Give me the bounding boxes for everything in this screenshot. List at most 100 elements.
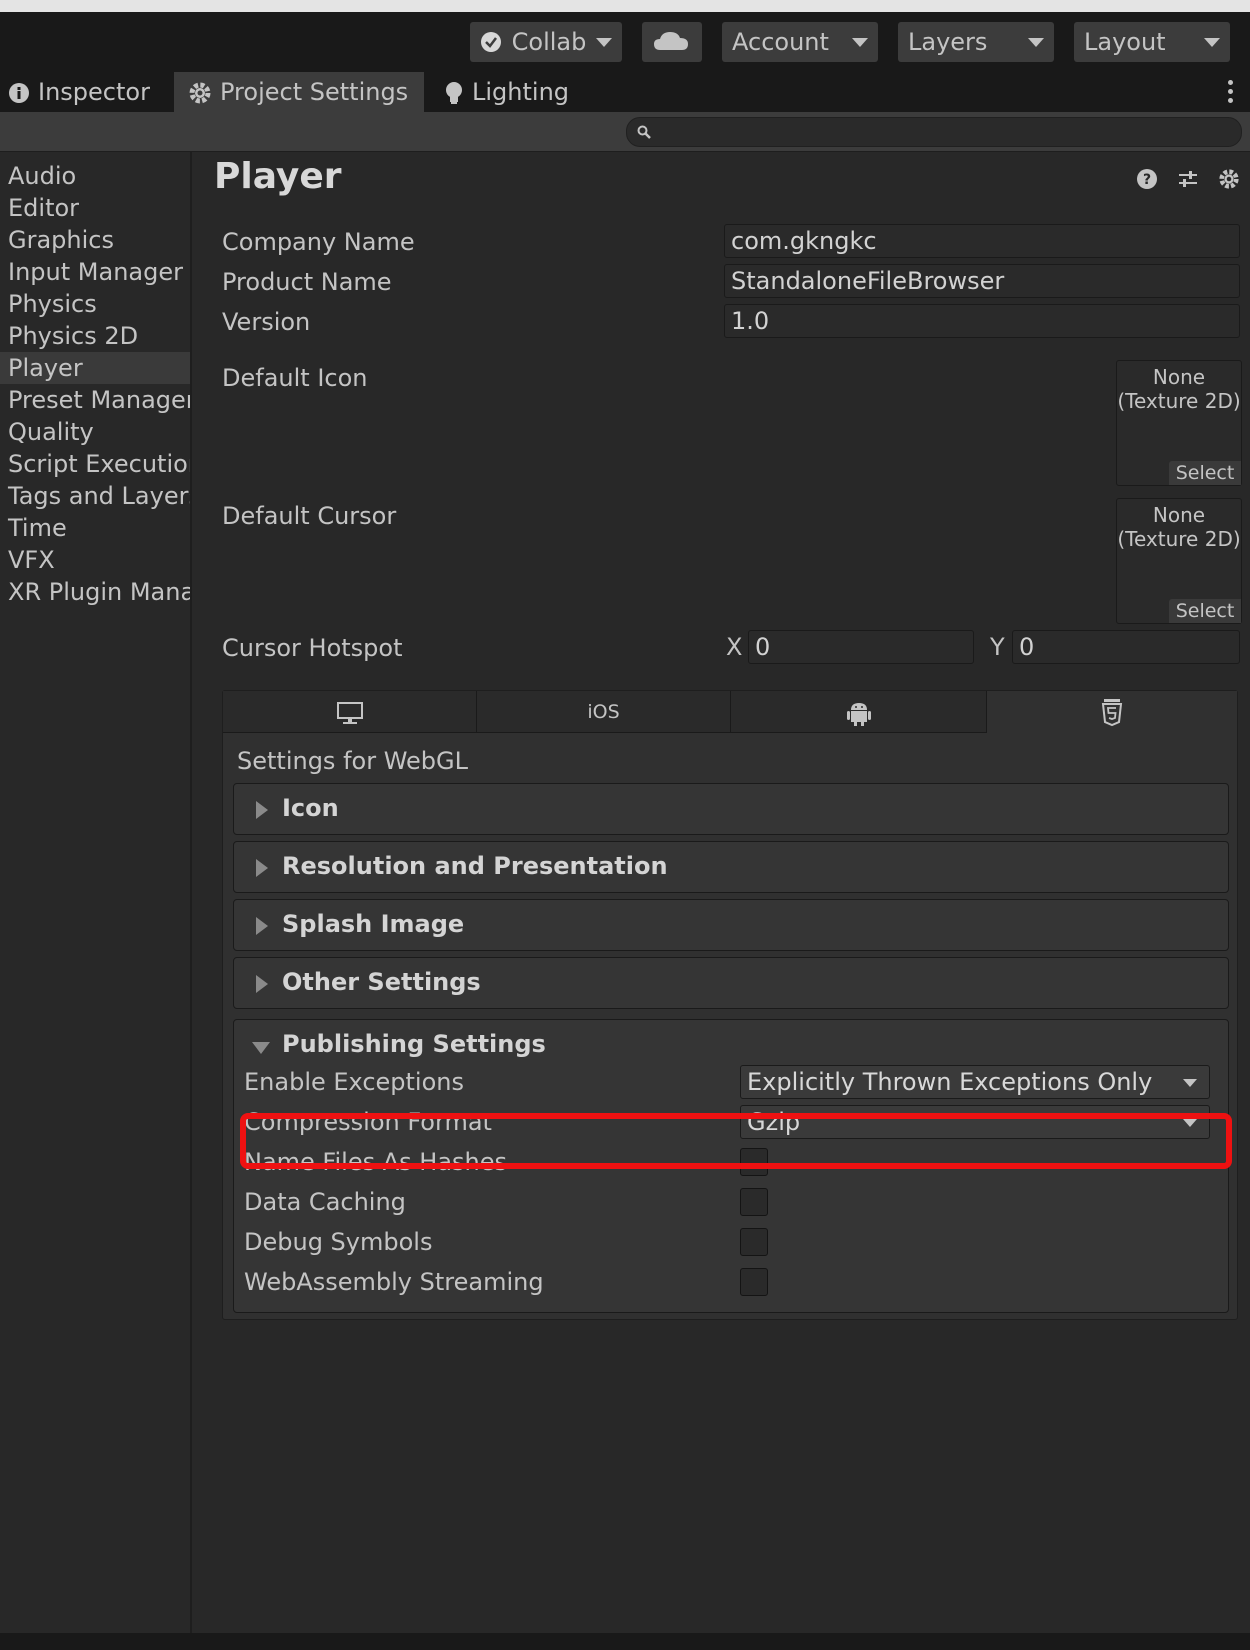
sidebar-item-quality[interactable]: Quality xyxy=(0,416,190,448)
publishing-settings-title[interactable]: Publishing Settings xyxy=(282,1030,546,1058)
foldout-title: Splash Image xyxy=(282,910,465,938)
preset-sliders-icon[interactable] xyxy=(1177,168,1199,194)
foldout-splash-image-section[interactable]: Splash Image xyxy=(233,899,1229,951)
webassembly-streaming-checkbox[interactable] xyxy=(740,1268,768,1296)
sidebar-item-input-manager[interactable]: Input Manager xyxy=(0,256,190,288)
help-icon[interactable]: ? xyxy=(1136,168,1158,194)
monitor-icon xyxy=(336,701,363,724)
sidebar-item-time[interactable]: Time xyxy=(0,512,190,544)
checkmark-icon xyxy=(481,32,501,52)
tab-standalone[interactable] xyxy=(223,691,477,733)
enable-exceptions-dropdown[interactable]: Explicitly Thrown Exceptions Only xyxy=(740,1065,1210,1099)
chevron-down-icon[interactable] xyxy=(252,1042,270,1054)
debug-symbols-label: Debug Symbols xyxy=(244,1228,433,1256)
sidebar-item-xr-plugin-management[interactable]: XR Plugin Manag xyxy=(0,576,190,608)
debug-symbols-checkbox[interactable] xyxy=(740,1228,768,1256)
tab-webgl[interactable] xyxy=(987,691,1237,733)
cloud-icon xyxy=(654,32,688,50)
default-cursor-label: Default Cursor xyxy=(222,502,397,530)
texture-type-text: (Texture 2D) xyxy=(1117,389,1241,413)
texture-none-text: None xyxy=(1152,365,1206,389)
page-title: Player xyxy=(214,156,342,197)
chevron-right-icon xyxy=(256,917,268,935)
platform-settings-box: iOS Settings for WebGL Icon Resolution a… xyxy=(222,690,1238,1320)
window-title-bar xyxy=(0,0,1250,12)
sidebar-item-graphics[interactable]: Graphics xyxy=(0,224,190,256)
chevron-down-icon xyxy=(596,38,612,47)
bottom-status-bar xyxy=(0,1633,1250,1650)
layers-dropdown[interactable]: Layers xyxy=(898,22,1054,62)
chevron-down-icon xyxy=(1204,38,1220,47)
default-icon-texture-field[interactable]: None (Texture 2D) Select xyxy=(1116,360,1242,486)
sidebar-item-player[interactable]: Player xyxy=(0,352,190,384)
more-options-icon[interactable] xyxy=(1228,80,1234,107)
settings-search-input[interactable] xyxy=(626,117,1242,147)
sidebar-item-physics-2d[interactable]: Physics 2D xyxy=(0,320,190,352)
webassembly-streaming-label: WebAssembly Streaming xyxy=(244,1268,544,1296)
collab-label: Collab xyxy=(511,28,587,56)
texture-type-text: (Texture 2D) xyxy=(1117,527,1241,551)
main-toolbar: Collab Account Layers Layout xyxy=(0,12,1250,72)
product-name-field[interactable]: StandaloneFileBrowser xyxy=(724,264,1240,298)
tab-inspector[interactable]: Inspector xyxy=(0,72,172,112)
layout-label: Layout xyxy=(1084,28,1166,56)
tab-ios[interactable]: iOS xyxy=(477,691,731,733)
platform-tabs: iOS xyxy=(223,691,1237,733)
annotation-highlight-box xyxy=(240,1113,1232,1169)
default-icon-label: Default Icon xyxy=(222,364,368,392)
settings-for-webgl-label: Settings for WebGL xyxy=(237,747,468,775)
tab-inspector-label: Inspector xyxy=(38,78,150,106)
player-settings-panel: Player ? Company Name com.gkngkc Product… xyxy=(194,152,1250,1633)
search-icon xyxy=(637,125,651,139)
enable-exceptions-value: Explicitly Thrown Exceptions Only xyxy=(747,1068,1153,1096)
chevron-down-icon xyxy=(852,38,868,47)
chevron-down-icon xyxy=(1183,1079,1197,1087)
data-caching-checkbox[interactable] xyxy=(740,1188,768,1216)
gear-icon xyxy=(189,82,211,104)
product-name-label: Product Name xyxy=(222,268,392,296)
tab-lighting-label: Lighting xyxy=(472,78,570,106)
svg-text:?: ? xyxy=(1143,172,1151,188)
tab-project-settings-label: Project Settings xyxy=(220,78,409,106)
info-icon xyxy=(9,83,29,103)
hotspot-x-label: X xyxy=(726,633,743,661)
hotspot-y-field[interactable]: 0 xyxy=(1012,630,1240,664)
sidebar-item-tags-and-layers[interactable]: Tags and Layers xyxy=(0,480,190,512)
sidebar-item-vfx[interactable]: VFX xyxy=(0,544,190,576)
sidebar-item-editor[interactable]: Editor xyxy=(0,192,190,224)
collab-button[interactable]: Collab xyxy=(470,22,622,62)
foldout-title: Other Settings xyxy=(282,968,481,996)
foldout-title: Icon xyxy=(282,794,339,822)
default-cursor-texture-field[interactable]: None (Texture 2D) Select xyxy=(1116,498,1242,624)
tab-android[interactable] xyxy=(731,691,987,733)
chevron-right-icon xyxy=(256,801,268,819)
layers-label: Layers xyxy=(908,28,988,56)
select-button[interactable]: Select xyxy=(1169,461,1241,485)
foldout-icon-section[interactable]: Icon xyxy=(233,783,1229,835)
tab-project-settings[interactable]: Project Settings xyxy=(174,72,424,112)
version-label: Version xyxy=(222,308,311,336)
sidebar-item-audio[interactable]: Audio xyxy=(0,160,190,192)
settings-sidebar: Audio Editor Graphics Input Manager Phys… xyxy=(0,152,192,1633)
foldout-other-settings-section[interactable]: Other Settings xyxy=(233,957,1229,1009)
sidebar-item-preset-manager[interactable]: Preset Manager xyxy=(0,384,190,416)
select-button[interactable]: Select xyxy=(1169,599,1241,623)
chevron-right-icon xyxy=(256,859,268,877)
chevron-down-icon xyxy=(1028,38,1044,47)
gear-icon[interactable] xyxy=(1218,168,1240,194)
version-field[interactable]: 1.0 xyxy=(724,304,1240,338)
cloud-button[interactable] xyxy=(642,22,702,62)
account-dropdown[interactable]: Account xyxy=(722,22,878,62)
tab-lighting[interactable]: Lighting xyxy=(434,72,594,112)
android-icon xyxy=(846,702,871,726)
foldout-resolution-section[interactable]: Resolution and Presentation xyxy=(233,841,1229,893)
cursor-hotspot-label: Cursor Hotspot xyxy=(222,634,403,662)
sidebar-item-physics[interactable]: Physics xyxy=(0,288,190,320)
search-row xyxy=(0,112,1250,152)
sidebar-item-script-execution[interactable]: Script Execution xyxy=(0,448,190,480)
hotspot-x-field[interactable]: 0 xyxy=(748,630,974,664)
account-label: Account xyxy=(732,28,829,56)
layout-dropdown[interactable]: Layout xyxy=(1074,22,1230,62)
company-name-field[interactable]: com.gkngkc xyxy=(724,224,1240,258)
chevron-right-icon xyxy=(256,975,268,993)
